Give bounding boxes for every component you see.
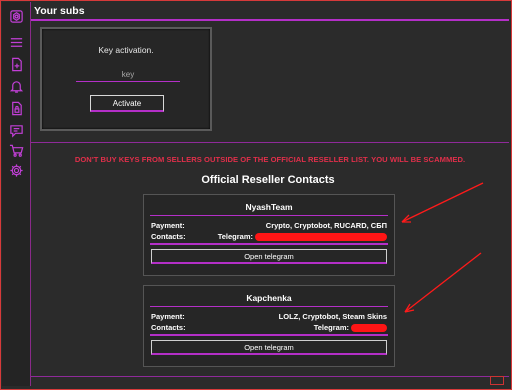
payment-row: Payment: Crypto, Cryptobot, RUCARD, СБП (151, 221, 387, 231)
divider (150, 243, 388, 245)
reseller-name: Kapchenka (150, 293, 388, 307)
contacts-row: Contacts: Telegram: (151, 232, 387, 242)
contacts-label: Contacts: (151, 323, 186, 332)
divider (150, 334, 388, 336)
section-divider (31, 142, 509, 143)
key-input[interactable] (76, 67, 180, 82)
open-telegram-button[interactable]: Open telegram (151, 340, 387, 355)
cart-icon[interactable] (8, 142, 24, 158)
page-title: Your subs (34, 5, 85, 17)
payment-label: Payment: (151, 221, 185, 230)
reseller-name: NyashTeam (150, 202, 388, 216)
scam-warning: DON'T BUY KEYS FROM SELLERS OUTSIDE OF T… (74, 155, 466, 164)
sidebar (2, 2, 31, 386)
logo-icon[interactable] (8, 8, 24, 24)
resellers-title: Official Reseller Contacts (201, 174, 335, 186)
top-bar: Your subs (31, 2, 509, 21)
gear-icon[interactable] (8, 162, 24, 178)
open-telegram-button[interactable]: Open telegram (151, 249, 387, 264)
payment-methods: LOLZ, Cryptobot, Steam Skins (278, 312, 387, 321)
payment-row: Payment: LOLZ, Cryptobot, Steam Skins (151, 312, 387, 322)
bottom-divider (31, 376, 509, 377)
redaction-mark (351, 324, 387, 333)
add-file-icon[interactable] (8, 56, 24, 72)
redaction-mark (255, 233, 387, 242)
key-activation-card: Key activation. Activate (40, 27, 212, 131)
key-activation-title: Key activation. (98, 45, 154, 55)
payment-label: Payment: (151, 312, 185, 321)
file-lock-icon[interactable] (8, 100, 24, 116)
contacts-label: Contacts: (151, 232, 186, 241)
menu-icon[interactable] (8, 34, 24, 50)
reseller-card: Kapchenka Payment: LOLZ, Cryptobot, Stea… (143, 285, 395, 367)
chat-icon[interactable] (8, 122, 24, 138)
contacts-value: Telegram: (217, 232, 387, 242)
contacts-row: Contacts: Telegram: (151, 323, 387, 333)
telegram-label: Telegram: (313, 323, 349, 332)
activate-button[interactable]: Activate (90, 95, 164, 112)
reseller-card: NyashTeam Payment: Crypto, Cryptobot, RU… (143, 194, 395, 276)
payment-methods: Crypto, Cryptobot, RUCARD, СБП (265, 221, 387, 230)
telegram-label: Telegram: (217, 232, 253, 241)
bell-icon[interactable] (8, 78, 24, 94)
contacts-value: Telegram: (313, 323, 387, 333)
annotation-box (490, 376, 504, 385)
